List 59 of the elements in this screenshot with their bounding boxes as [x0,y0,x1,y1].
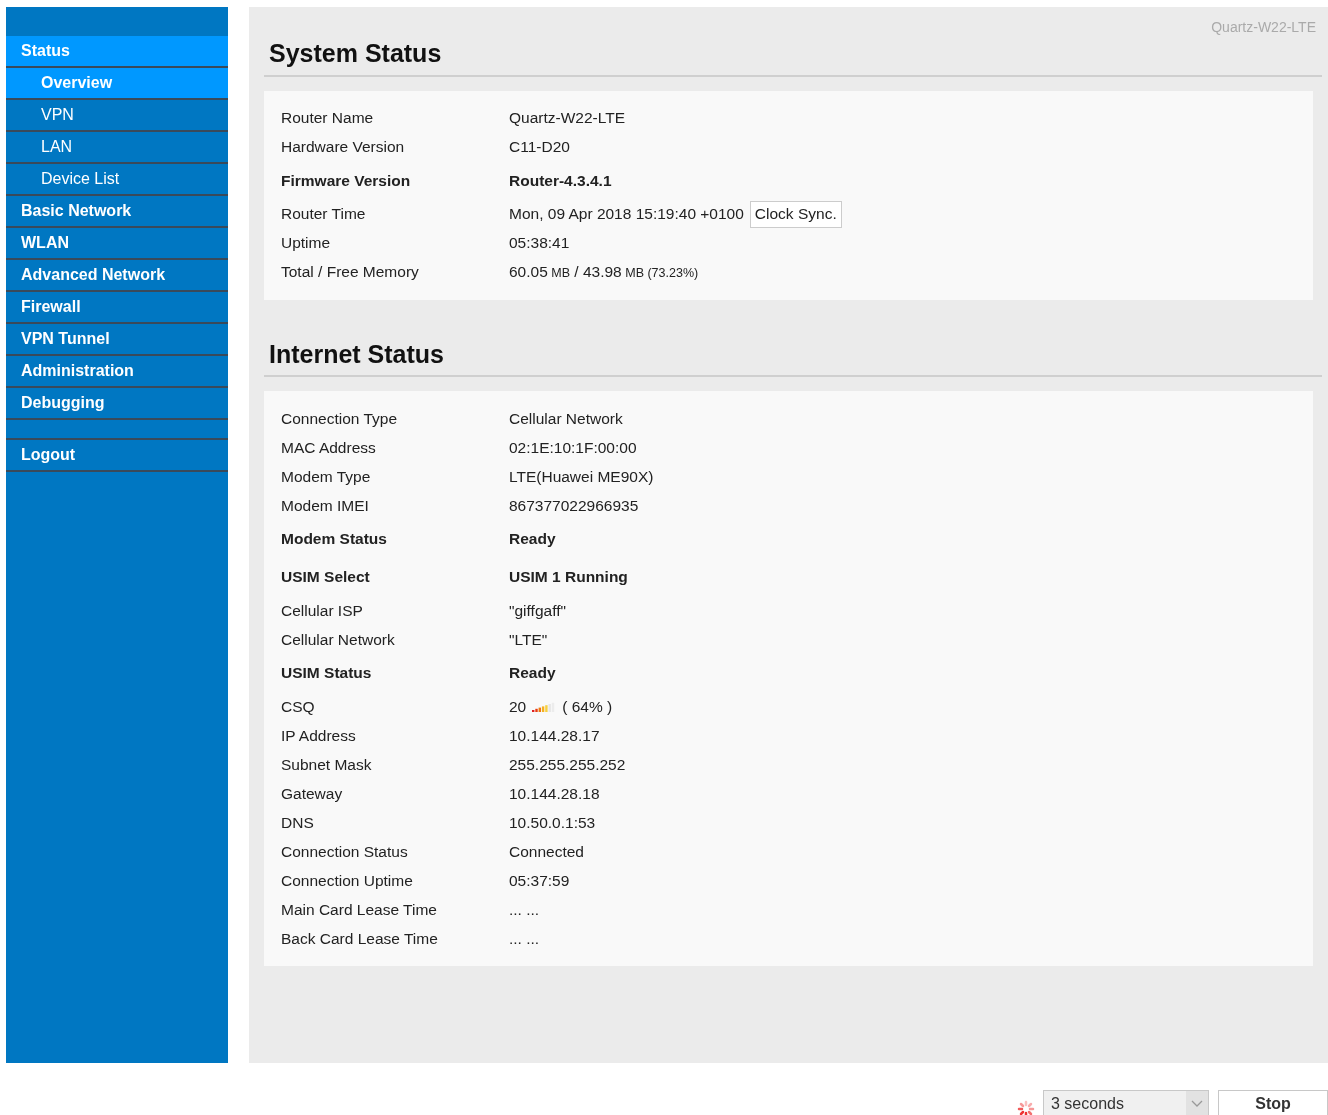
field-value: 10.50.0.1:53 [509,812,596,833]
field-value: Ready [509,529,556,550]
field-label: Firmware Version [281,170,412,191]
field-value: Mon, 09 Apr 2018 15:19:40 +0100 [509,204,744,225]
field-label: Back Card Lease Time [281,928,439,949]
field-label: IP Address [281,725,357,746]
field-value: 02:1E:10:1F:00:00 [509,437,637,458]
field-value: Ready [509,663,556,684]
field-label: Main Card Lease Time [281,899,438,920]
chevron-down-icon [1191,1100,1203,1108]
field-value: 10.144.28.18 [509,783,600,804]
field-value: "giffgaff" [509,600,566,621]
loading-spinner-icon [1017,1100,1035,1115]
device-name: Quartz-W22-LTE [1211,18,1316,37]
field-value: Connected [509,841,584,862]
field-value: 60.05 MB / 43.98 MB (73.23%) [509,262,699,283]
nav-item[interactable]: Overview [6,68,228,100]
field-value: 20 [509,696,527,717]
field-value: 10.144.28.17 [509,725,600,746]
interval-select[interactable]: 3 seconds [1043,1090,1209,1115]
clock-sync-button[interactable]: Clock Sync. [749,200,842,228]
field-label: Total / Free Memory [281,262,420,283]
nav-item[interactable]: Status [6,36,228,68]
field-label: MAC Address [281,437,377,458]
signal-bars-icon [532,701,557,712]
field-label: CSQ [281,696,316,717]
field-value: 255.255.255.252 [509,754,626,775]
field-label: Connection Status [281,841,409,862]
stop-button[interactable]: Stop [1218,1090,1328,1115]
signal-reading: ( 64% ) [562,696,613,717]
field-value: Router-4.3.4.1 [509,170,612,191]
field-label: Router Time [281,204,367,225]
section-title: Internet Status [264,299,1322,377]
field-value: 05:37:59 [509,870,570,891]
field-value: ... ... [509,928,540,949]
field-label: Router Name [281,108,375,129]
field-label: Modem IMEI [281,495,370,516]
field-label: Cellular Network [281,629,396,650]
field-value: Quartz-W22-LTE [509,108,625,129]
field-value: Cellular Network [509,408,623,429]
field-label: Modem Type [281,466,372,487]
field-label: Hardware Version [281,137,406,158]
field-label: Connection Type [281,408,399,429]
field-value: 05:38:41 [509,233,570,254]
field-label: Cellular ISP [281,600,364,621]
field-value: C11-D20 [509,137,570,158]
field-value: "LTE" [509,629,548,650]
field-label: Modem Status [281,529,388,550]
field-label: DNS [281,812,315,833]
field-value: ... ... [509,899,540,920]
field-value: USIM 1 Running [509,567,628,588]
field-label: Gateway [281,783,344,804]
field-label: USIM Select [281,567,371,588]
field-label: Subnet Mask [281,754,373,775]
field-label: Uptime [281,233,332,254]
field-value: 867377022966935 [509,495,639,516]
field-label: USIM Status [281,663,373,684]
field-label: Connection Uptime [281,870,414,891]
field-value: LTE(Huawei ME90X) [509,466,654,487]
